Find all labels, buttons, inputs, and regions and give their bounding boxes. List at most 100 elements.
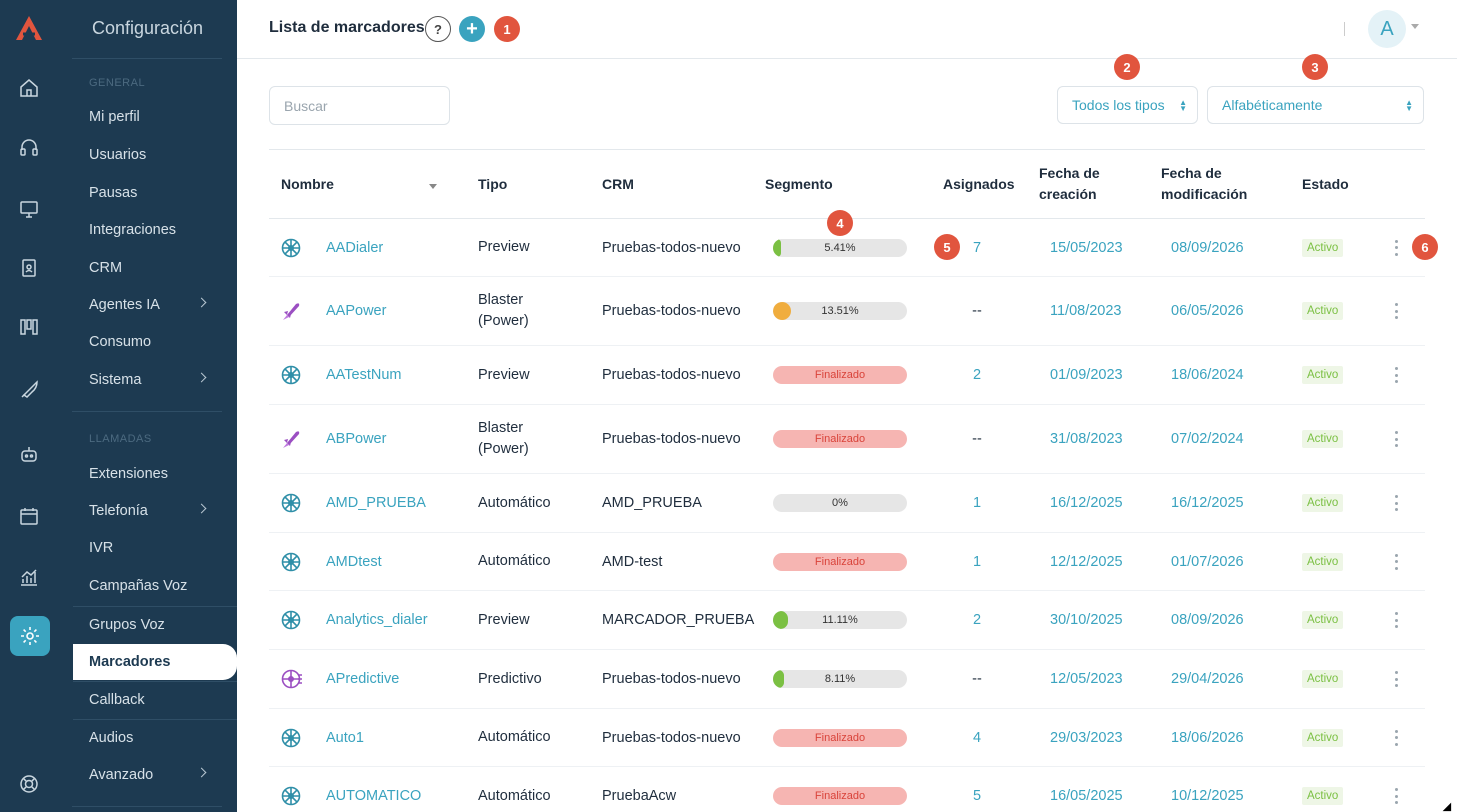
modified-date[interactable]: 08/09/2026 [1171, 591, 1244, 649]
created-date[interactable]: 12/05/2023 [1050, 650, 1123, 708]
created-date[interactable]: 11/08/2023 [1050, 277, 1122, 345]
table-row[interactable]: AMDtest Automático AMD-test Finalizado 1 12/1… [269, 533, 1425, 591]
assigned-count[interactable]: 1 [964, 533, 990, 590]
nav-item-sistema[interactable]: Sistema [73, 362, 237, 398]
nav-item-callback[interactable]: Callback [73, 681, 237, 717]
created-date[interactable]: 29/03/2023 [1050, 709, 1123, 766]
settings-gear-icon[interactable] [10, 616, 50, 656]
table-row[interactable]: ABPower Blaster (Power) Pruebas-todos-nuevo… [269, 405, 1425, 474]
row-menu-kebab-icon[interactable] [1393, 788, 1399, 804]
tour-badge-3[interactable]: 3 [1302, 54, 1328, 80]
nav-item-pausas[interactable]: Pausas [73, 175, 237, 211]
modified-date[interactable]: 18/06/2024 [1171, 346, 1244, 404]
type-filter-select[interactable]: Todos los tipos ▲ ▼ [1057, 86, 1198, 124]
dialer-name-link[interactable]: AUTOMATICO [326, 767, 421, 812]
table-row[interactable]: AAPower Blaster (Power) Pruebas-todos-nuevo… [269, 277, 1425, 346]
nav-item-agentes-ia[interactable]: Agentes IA [73, 287, 237, 323]
created-date[interactable]: 01/09/2023 [1050, 346, 1123, 404]
dialer-name-link[interactable]: APredictive [326, 650, 399, 708]
modified-date[interactable]: 07/02/2024 [1171, 405, 1244, 473]
lifebuoy-icon[interactable] [15, 770, 43, 798]
table-row[interactable]: APredictive Predictivo Pruebas-todos-nuevo… [269, 650, 1425, 709]
dialer-name-link[interactable]: AADialer [326, 219, 383, 276]
table-row[interactable]: AATestNum Preview Pruebas-todos-nuevo Final… [269, 346, 1425, 405]
assigned-count[interactable]: 2 [964, 346, 990, 404]
dialer-name-link[interactable]: Analytics_dialer [326, 591, 428, 649]
created-date[interactable]: 12/12/2025 [1050, 533, 1123, 590]
row-menu-kebab-icon[interactable] [1393, 495, 1399, 511]
nav-item-ivr[interactable]: IVR [73, 530, 237, 566]
row-menu-kebab-icon[interactable] [1393, 367, 1399, 383]
sort-select[interactable]: Alfabéticamente ▲ ▼ [1207, 86, 1424, 124]
modified-date[interactable]: 08/09/2026 [1171, 219, 1244, 276]
table-row[interactable]: AMD_PRUEBA Automático AMD_PRUEBA 0% 1 16/12/2… [269, 474, 1425, 533]
table-row[interactable]: Analytics_dialer Preview MARCADOR_PRUEBA 11… [269, 591, 1425, 650]
nav-item-campanas-voz[interactable]: Campañas Voz [73, 568, 237, 604]
dialer-name-link[interactable]: AAPower [326, 277, 386, 345]
table-row[interactable]: Auto1 Automático Pruebas-todos-nuevo Finali… [269, 709, 1425, 767]
contacts-book-icon[interactable] [15, 254, 43, 282]
column-name[interactable]: Nombre [281, 174, 334, 195]
nav-item-marcadores[interactable]: Marcadores [73, 644, 237, 680]
nav-item-integraciones[interactable]: Integraciones [73, 212, 237, 248]
assigned-count[interactable]: 1 [964, 474, 990, 532]
tour-badge-1[interactable]: 1 [494, 16, 520, 42]
modified-date[interactable]: 16/12/2025 [1171, 474, 1244, 532]
rocket-icon[interactable] [15, 376, 43, 404]
dialer-name-link[interactable]: Auto1 [326, 709, 364, 766]
sort-desc-icon[interactable] [429, 184, 437, 189]
created-date[interactable]: 16/05/2025 [1050, 767, 1123, 812]
row-menu-kebab-icon[interactable] [1393, 612, 1399, 628]
add-dialer-button[interactable]: + [459, 16, 485, 42]
row-menu-kebab-icon[interactable] [1393, 431, 1399, 447]
assigned-count[interactable]: 5 [964, 767, 990, 812]
modified-date[interactable]: 29/04/2026 [1171, 650, 1244, 708]
created-date[interactable]: 16/12/2025 [1050, 474, 1123, 532]
assigned-count[interactable]: 7 [964, 219, 990, 276]
modified-date[interactable]: 06/05/2026 [1171, 277, 1244, 345]
nav-item-consumo[interactable]: Consumo [73, 324, 237, 360]
modified-date[interactable]: 18/06/2026 [1171, 709, 1244, 766]
created-date[interactable]: 30/10/2025 [1050, 591, 1123, 649]
dialer-name-link[interactable]: AMD_PRUEBA [326, 474, 426, 532]
tour-badge-6[interactable]: 6 [1412, 234, 1438, 260]
robot-icon[interactable] [15, 440, 43, 468]
tour-badge-2[interactable]: 2 [1114, 54, 1140, 80]
calendar-icon[interactable] [15, 502, 43, 530]
row-menu-kebab-icon[interactable] [1393, 553, 1399, 570]
dialer-name-link[interactable]: AMDtest [326, 533, 382, 590]
nav-item-telefonia[interactable]: Telefonía [73, 493, 237, 529]
row-menu-kebab-icon[interactable] [1393, 239, 1399, 256]
stats-icon[interactable] [15, 563, 43, 591]
row-menu-kebab-icon[interactable] [1393, 671, 1399, 687]
assigned-count[interactable]: 2 [964, 591, 990, 649]
dialer-name-link[interactable]: AATestNum [326, 346, 401, 404]
created-date[interactable]: 15/05/2023 [1050, 219, 1123, 276]
created-date[interactable]: 31/08/2023 [1050, 405, 1123, 473]
nav-item-grupos-voz[interactable]: Grupos Voz [73, 606, 237, 642]
tour-badge-5[interactable]: 5 [934, 234, 960, 260]
help-button[interactable]: ? [425, 16, 451, 42]
caret-down-icon[interactable] [1411, 24, 1419, 29]
avatar[interactable]: A [1368, 10, 1406, 48]
modified-date[interactable]: 10/12/2025 [1171, 767, 1244, 812]
nav-item-usuarios[interactable]: Usuarios [73, 137, 237, 173]
tour-badge-4[interactable]: 4 [827, 210, 853, 236]
home-icon[interactable] [15, 74, 43, 102]
nav-item-crm[interactable]: CRM [73, 250, 237, 286]
row-menu-kebab-icon[interactable] [1393, 729, 1399, 746]
monitor-icon[interactable] [15, 195, 43, 223]
nav-item-mi-perfil[interactable]: Mi perfil [73, 99, 237, 135]
nav-item-extensiones[interactable]: Extensiones [73, 456, 237, 492]
nav-item-audios[interactable]: Audios [73, 719, 237, 755]
dialer-name-link[interactable]: ABPower [326, 405, 386, 473]
app-logo[interactable] [14, 14, 44, 42]
columns-icon[interactable] [15, 313, 43, 341]
search-input[interactable] [269, 86, 450, 125]
nav-item-avanzado[interactable]: Avanzado [73, 757, 237, 793]
row-menu-kebab-icon[interactable] [1393, 303, 1399, 319]
assigned-count[interactable]: 4 [964, 709, 990, 766]
headset-icon[interactable] [15, 134, 43, 162]
table-row[interactable]: AUTOMATICO Automático PruebaAcw Finalizado 5… [269, 767, 1425, 812]
modified-date[interactable]: 01/07/2026 [1171, 533, 1244, 590]
